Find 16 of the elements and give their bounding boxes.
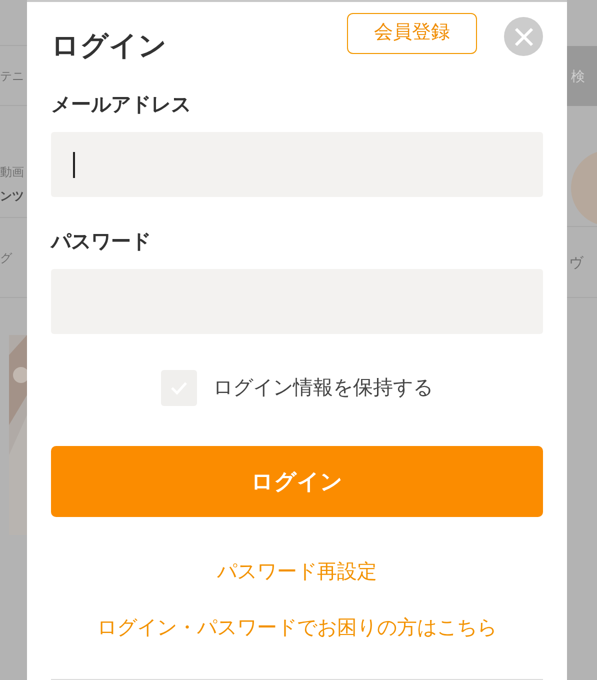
dialog-title: ログイン	[51, 29, 168, 63]
background-text: グ	[0, 250, 12, 266]
close-icon	[514, 26, 534, 46]
close-button[interactable]	[504, 17, 543, 56]
help-link[interactable]: ログイン・パスワードでお困りの方はこちら	[97, 613, 497, 643]
input-field[interactable]	[51, 132, 543, 197]
help-link[interactable]: パスワード再設定	[217, 557, 377, 587]
login-button[interactable]: ログイン	[51, 446, 543, 517]
field-label: メールアドレス	[51, 93, 192, 118]
background-text: 動画	[0, 164, 25, 180]
background-text: ヴ	[569, 252, 583, 272]
field-label: パスワード	[51, 230, 152, 255]
background-text: テニ	[0, 68, 24, 84]
remember-label: ログイン情報を保持する	[213, 376, 433, 401]
register-button[interactable]: 会員登録	[347, 13, 477, 54]
background-text: ンツ	[0, 188, 25, 204]
